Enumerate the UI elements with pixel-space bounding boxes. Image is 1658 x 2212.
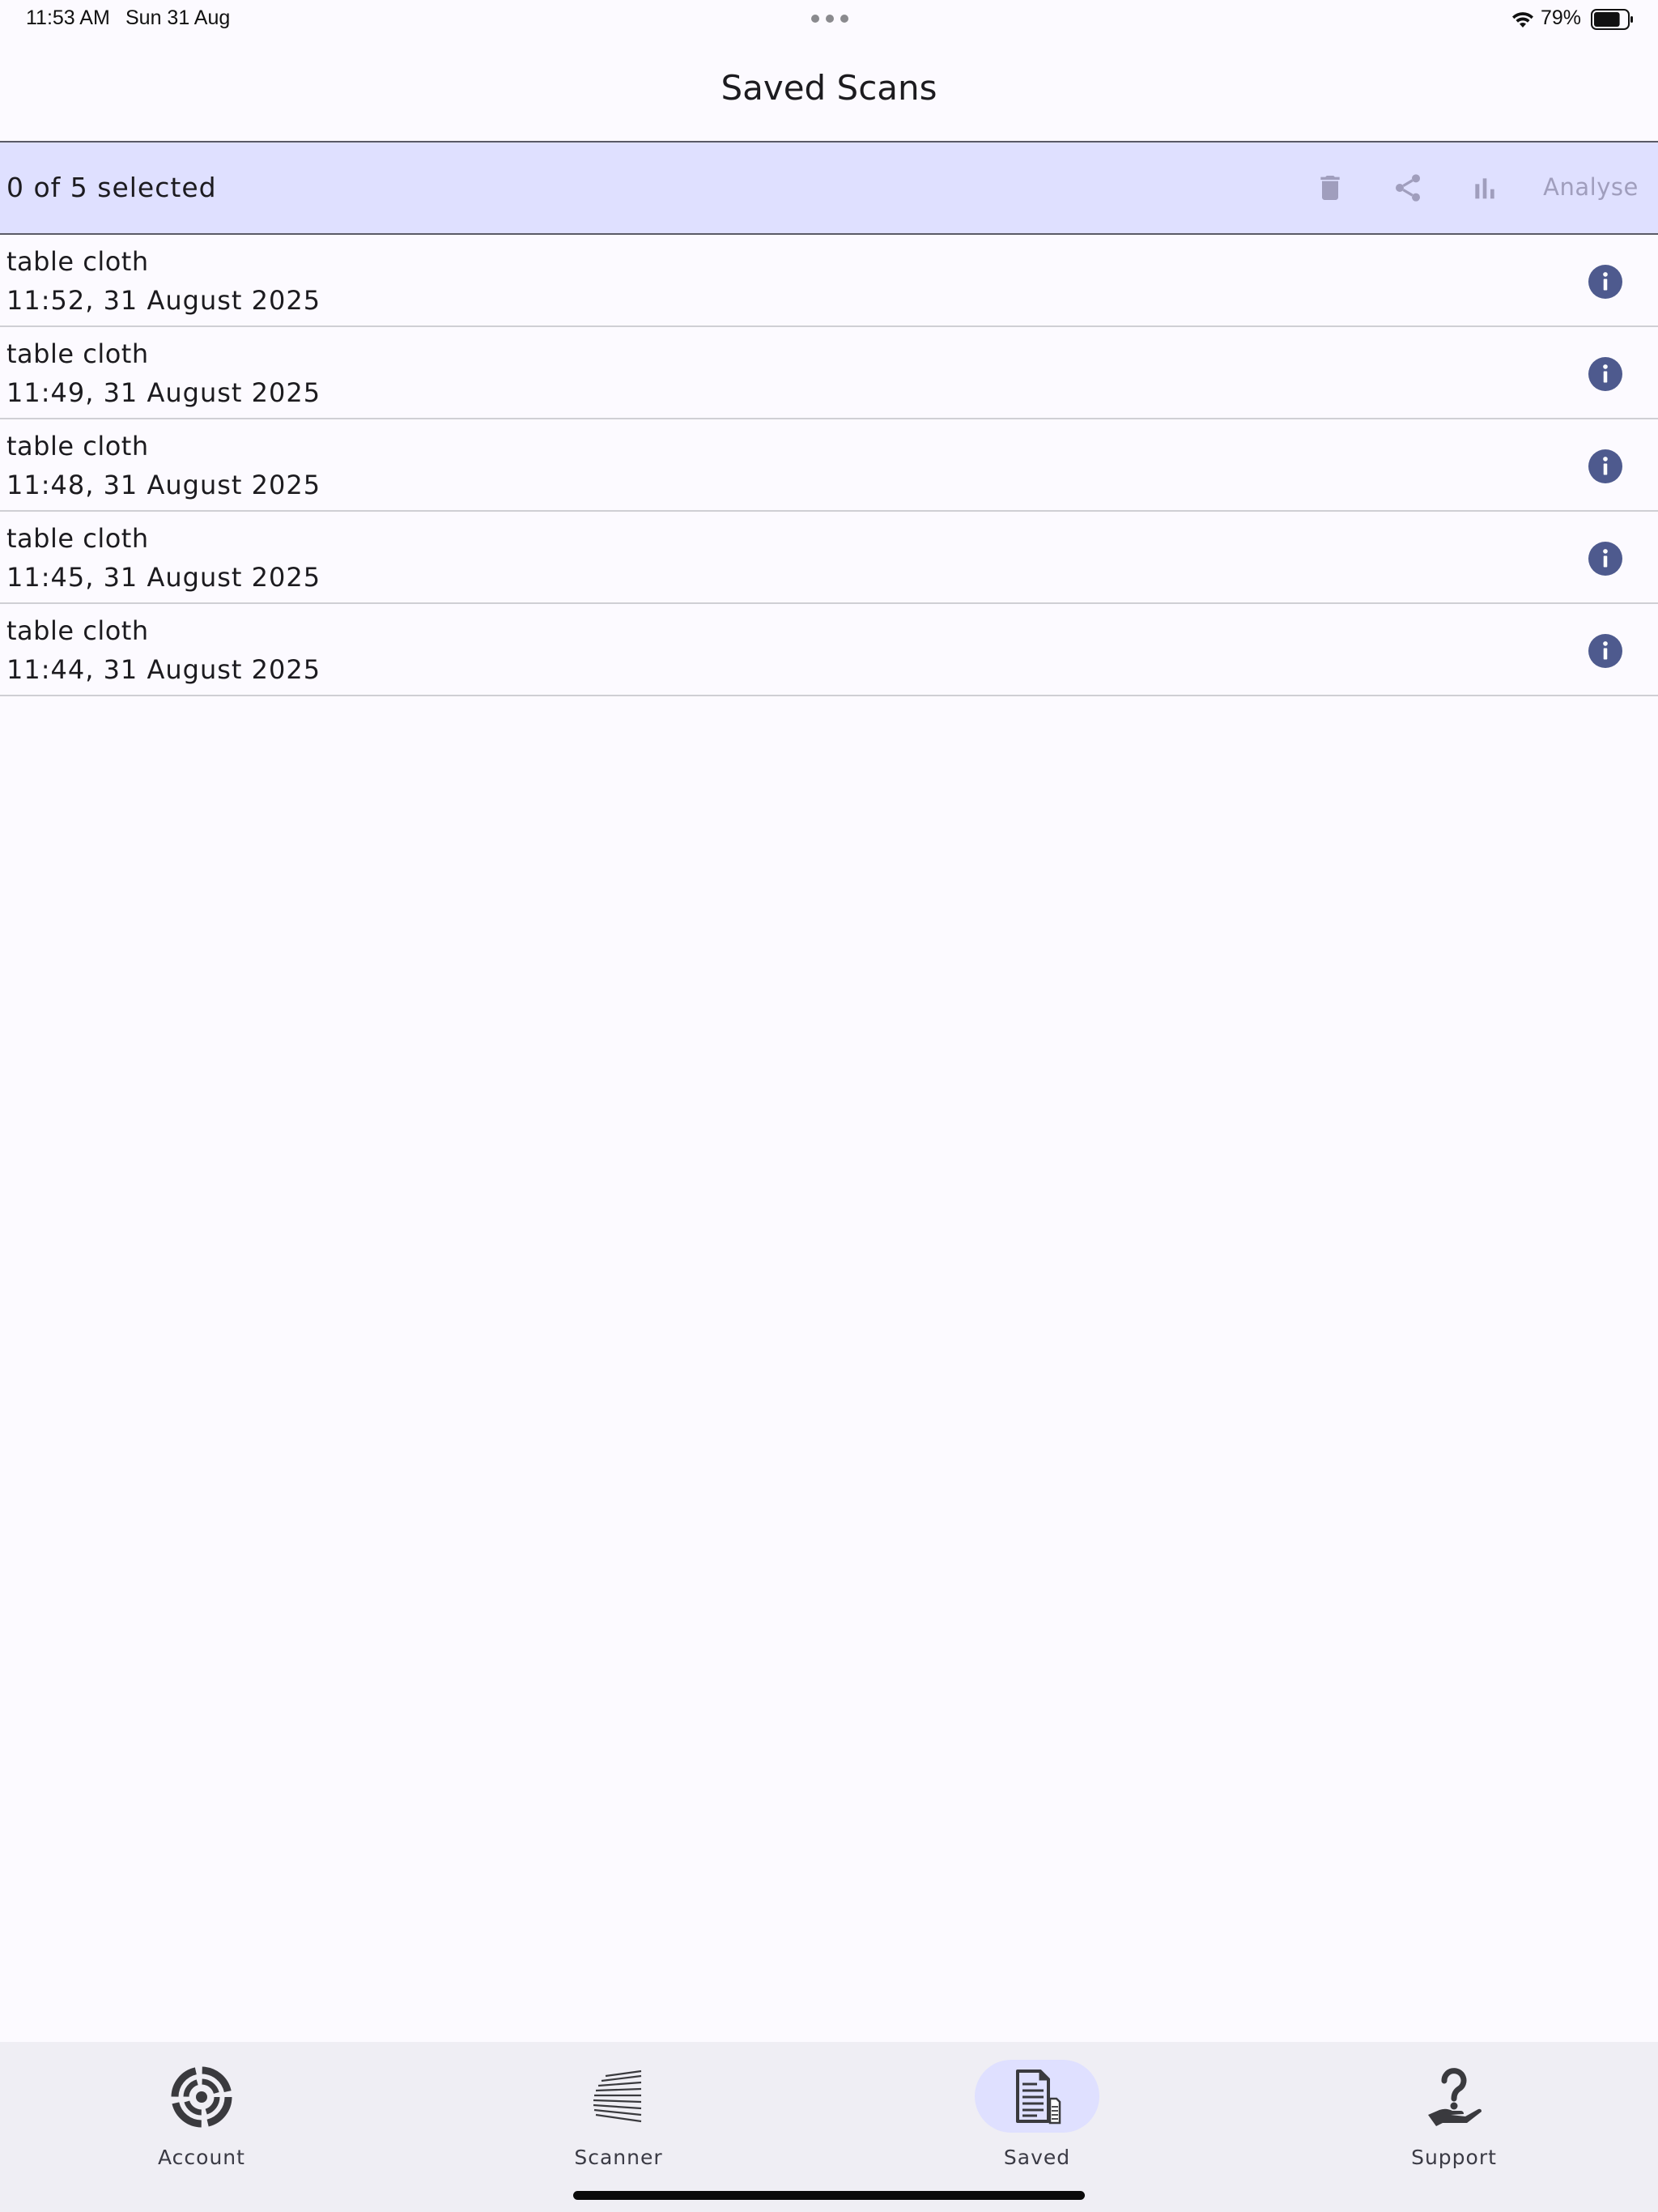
target-icon xyxy=(171,2066,232,2128)
scan-name: table cloth xyxy=(6,615,149,646)
nav-label: Scanner xyxy=(574,2146,663,2169)
info-icon[interactable] xyxy=(1588,357,1622,391)
scan-timestamp: 11:49, 31 August 2025 xyxy=(6,377,321,408)
delete-button[interactable] xyxy=(1309,167,1351,209)
help-hand-icon xyxy=(1428,2068,1482,2126)
share-icon xyxy=(1396,174,1420,202)
bar-chart-icon xyxy=(1475,178,1494,199)
home-indicator[interactable] xyxy=(573,2191,1085,2200)
status-bar: 11:53 AM Sun 31 Aug 79% xyxy=(0,0,1658,39)
page-title: Saved Scans xyxy=(721,68,937,108)
scan-name: table cloth xyxy=(6,338,149,369)
nav-item-account[interactable]: Account xyxy=(80,2050,323,2172)
scan-timestamp: 11:52, 31 August 2025 xyxy=(6,285,321,316)
bottom-navigation: Account Scanner Saved Support xyxy=(0,2042,1658,2212)
chart-button[interactable] xyxy=(1464,167,1506,209)
nav-item-support[interactable]: Support xyxy=(1333,2050,1575,2172)
info-icon[interactable] xyxy=(1588,634,1622,668)
battery-icon xyxy=(1591,9,1633,30)
scan-list-item[interactable]: table cloth 11:49, 31 August 2025 xyxy=(0,327,1658,419)
scan-list-item[interactable]: table cloth 11:44, 31 August 2025 xyxy=(0,604,1658,696)
status-date: Sun 31 Aug xyxy=(125,6,231,29)
scan-timestamp: 11:44, 31 August 2025 xyxy=(6,654,321,685)
multitasking-dots-icon[interactable] xyxy=(811,15,848,23)
battery-percent: 79% xyxy=(1541,6,1582,29)
nav-label: Support xyxy=(1411,2146,1497,2169)
nav-item-saved[interactable]: Saved xyxy=(916,2050,1158,2172)
document-icon xyxy=(1016,2069,1061,2125)
scan-name: table cloth xyxy=(6,246,149,277)
wifi-icon xyxy=(1512,12,1533,28)
scan-list-item[interactable]: table cloth 11:45, 31 August 2025 xyxy=(0,512,1658,604)
selection-toolbar: 0 of 5 selected Analyse xyxy=(0,143,1658,235)
scan-list-item[interactable]: table cloth 11:52, 31 August 2025 xyxy=(0,235,1658,327)
scan-timestamp: 11:45, 31 August 2025 xyxy=(6,562,321,593)
scan-list-item[interactable]: table cloth 11:48, 31 August 2025 xyxy=(0,419,1658,512)
scan-name: table cloth xyxy=(6,431,149,462)
app-bar: Saved Scans xyxy=(0,39,1658,143)
scan-timestamp: 11:48, 31 August 2025 xyxy=(6,470,321,500)
analyse-button[interactable]: Analyse xyxy=(1538,173,1643,206)
selection-count: 0 of 5 selected xyxy=(6,172,217,203)
nav-label: Account xyxy=(158,2146,245,2169)
scan-name: table cloth xyxy=(6,523,149,554)
info-icon[interactable] xyxy=(1588,542,1622,576)
nav-label: Saved xyxy=(1003,2146,1071,2169)
scanner-icon xyxy=(593,2069,642,2123)
share-button[interactable] xyxy=(1387,167,1429,209)
nav-item-scanner[interactable]: Scanner xyxy=(497,2050,740,2172)
scan-list: table cloth 11:52, 31 August 2025 table … xyxy=(0,235,1658,696)
trash-icon xyxy=(1320,176,1340,200)
info-icon[interactable] xyxy=(1588,449,1622,483)
info-icon[interactable] xyxy=(1588,265,1622,299)
status-time: 11:53 AM xyxy=(26,6,110,29)
